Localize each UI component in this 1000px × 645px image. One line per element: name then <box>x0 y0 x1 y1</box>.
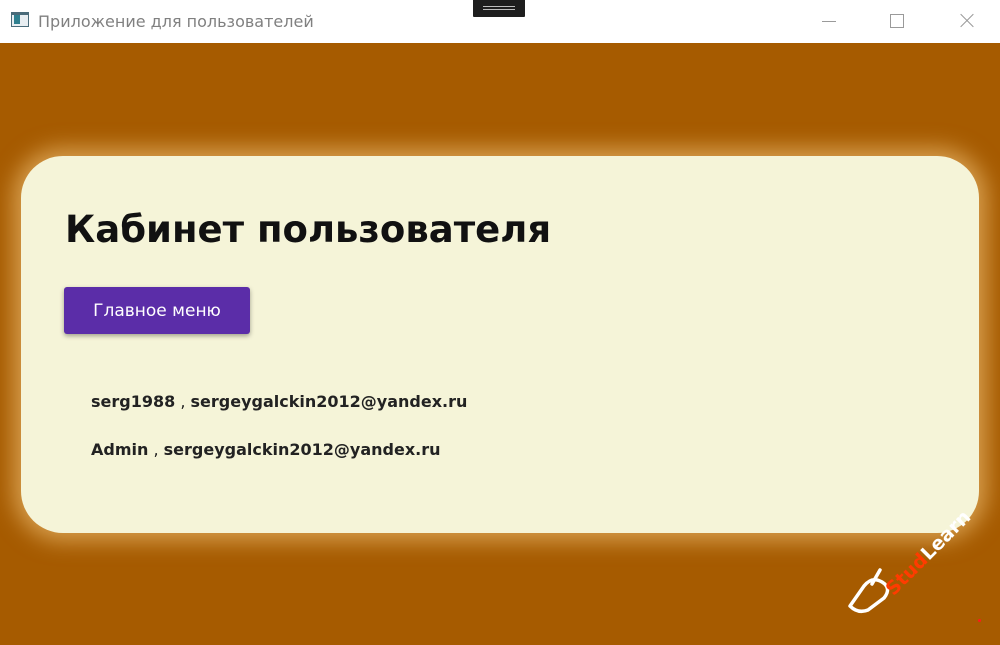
window-content: Кабинет пользователя Главное меню serg19… <box>0 43 1000 645</box>
user-login: serg1988 <box>91 392 176 411</box>
studlearn-watermark: StudLearn <box>842 506 975 614</box>
list-item: serg1988 , sergeygalckin2012@yandex.ru <box>91 391 467 439</box>
main-menu-button[interactable]: Главное меню <box>64 287 250 334</box>
page-title: Кабинет пользователя <box>65 208 552 251</box>
debug-toolbar-handle[interactable] <box>473 0 525 17</box>
list-item: Admin , sergeygalckin2012@yandex.ru <box>91 439 467 487</box>
app-window-icon <box>11 12 29 27</box>
maximize-button[interactable] <box>874 0 920 43</box>
close-button[interactable] <box>943 0 989 43</box>
user-email: sergeygalckin2012@yandex.ru <box>190 392 468 411</box>
watermark-text: StudLearn <box>881 506 975 600</box>
user-email: sergeygalckin2012@yandex.ru <box>163 440 441 459</box>
user-list: serg1988 , sergeygalckin2012@yandex.ru A… <box>91 391 467 487</box>
watermark-text-part2: Learn <box>916 506 976 565</box>
window-titlebar[interactable]: Приложение для пользователей <box>0 0 1000 43</box>
user-login: Admin <box>91 440 149 459</box>
window-title: Приложение для пользователей <box>38 12 314 31</box>
minimize-button[interactable] <box>806 0 852 43</box>
user-separator: , <box>148 440 164 459</box>
decorative-dot <box>978 619 981 622</box>
user-separator: , <box>175 392 191 411</box>
user-cabinet-card: Кабинет пользователя Главное меню serg19… <box>21 156 979 533</box>
